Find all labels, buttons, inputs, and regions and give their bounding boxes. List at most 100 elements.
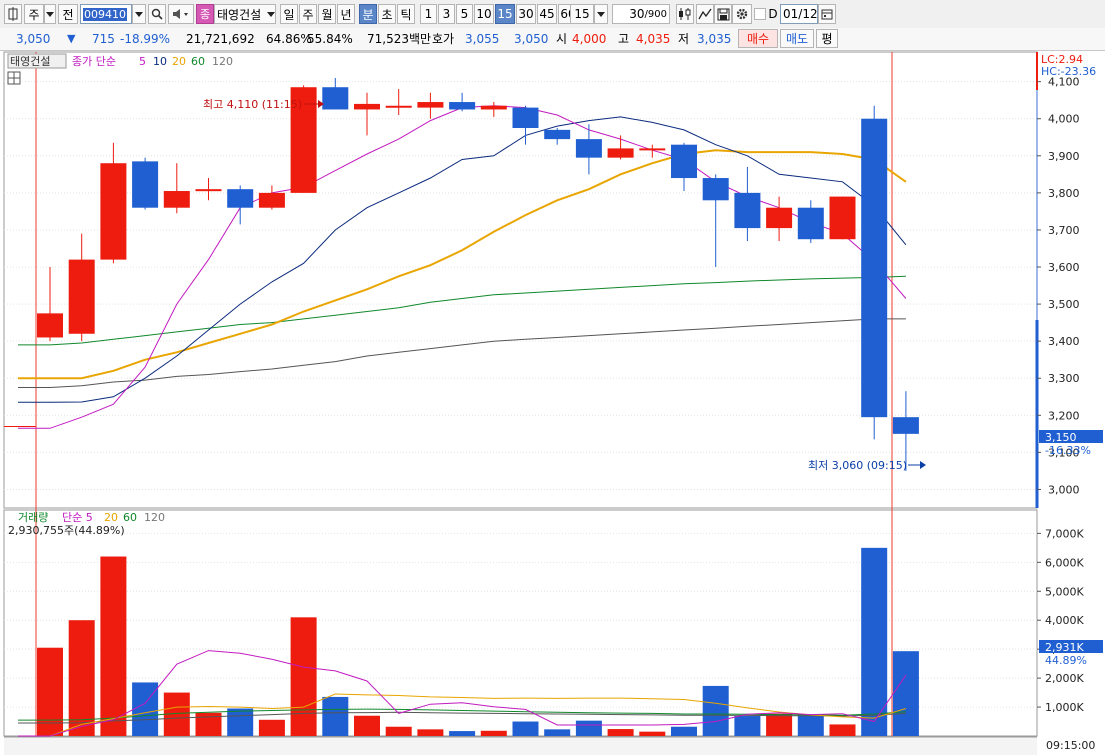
price-tick-label: 3,800	[1048, 187, 1080, 200]
candle	[861, 105, 888, 440]
minute-button[interactable]: 15	[495, 4, 515, 24]
price-tick-label: 3,300	[1048, 372, 1080, 385]
volume-legend-ma20: 20	[104, 511, 118, 524]
count-total: /900	[644, 8, 667, 20]
volume-tick-label: 5,000K	[1045, 585, 1084, 598]
chart-stock-name: 태영건설	[10, 55, 50, 68]
candle-body	[702, 178, 729, 201]
count-field[interactable]: 30/900	[612, 4, 670, 24]
candle-body	[892, 417, 919, 434]
candle-body	[734, 192, 761, 229]
candle-body	[766, 207, 793, 229]
buy-button[interactable]: 매수	[738, 29, 778, 48]
minute-select[interactable]: 15	[570, 4, 594, 24]
price-tick-label: 4,000	[1048, 113, 1080, 126]
price-tick-label: 3,500	[1048, 298, 1080, 311]
date-input[interactable]: 01/12	[780, 4, 818, 24]
candle-body	[132, 161, 159, 208]
chart-menu-icon[interactable]	[4, 4, 22, 24]
period-button[interactable]: 초	[378, 4, 396, 24]
chevron-down-icon[interactable]	[44, 4, 56, 24]
volume-bar	[575, 720, 602, 736]
chevron-down-icon[interactable]	[264, 4, 278, 24]
minute-button[interactable]: 3	[438, 4, 455, 24]
candle-body	[544, 129, 571, 140]
price-tick-label: 3,700	[1048, 224, 1080, 237]
legend-ma60: 60	[191, 55, 205, 68]
candle-body	[417, 102, 444, 108]
period-mode-button[interactable]: 전	[58, 4, 78, 24]
avg-button[interactable]: 평	[816, 29, 838, 48]
candle	[829, 196, 856, 240]
volume-bar	[68, 620, 95, 736]
ratio-2: 55.84%	[307, 32, 353, 46]
trade-amount: 71,523백만	[367, 32, 432, 46]
speaker-icon[interactable]	[168, 4, 194, 24]
legend-ma5: 5	[139, 55, 146, 68]
bid-price: 3,050	[514, 32, 549, 46]
chevron-down-icon[interactable]	[132, 4, 146, 24]
max-price-annotation: 최고 4,110 (11:15)	[203, 98, 302, 111]
code-input[interactable]: 009410	[80, 4, 132, 24]
d-checkbox[interactable]	[754, 8, 766, 20]
volume-bar	[227, 708, 254, 736]
minute-button[interactable]: 5	[456, 4, 473, 24]
candle-body	[480, 105, 507, 110]
candle-body	[322, 87, 349, 110]
volume-legend-label: 거래량	[18, 511, 48, 524]
candle-body	[671, 144, 697, 179]
draw-line-icon[interactable]	[696, 4, 714, 24]
open-price: 4,000	[572, 32, 607, 46]
price-tick-label: 3,400	[1048, 335, 1080, 348]
minute-button[interactable]: 30	[516, 4, 536, 24]
volume-bar	[100, 556, 127, 736]
low-price: 3,035	[697, 32, 732, 46]
ask-price: 3,055	[465, 32, 500, 46]
minute-button[interactable]: 1	[420, 4, 437, 24]
type-select[interactable]: 주	[24, 4, 44, 24]
candle-body	[449, 102, 476, 110]
chevron-down-icon[interactable]	[594, 4, 608, 24]
minute-button[interactable]: 45	[537, 4, 557, 24]
last-volume-value: 2,931K	[1045, 641, 1084, 654]
price-volume-chart[interactable]: 3,0003,1003,2003,3003,4003,5003,6003,700…	[0, 50, 1105, 756]
current-price: 3,050	[16, 32, 51, 46]
gear-icon[interactable]	[732, 4, 752, 24]
volume-bar	[132, 682, 159, 736]
volume: 21,721,692	[186, 32, 255, 46]
calendar-icon[interactable]	[818, 4, 836, 24]
period-button[interactable]: 틱	[397, 4, 415, 24]
period-button[interactable]: 년	[337, 4, 355, 24]
period-button[interactable]: 일	[280, 4, 298, 24]
minute-button[interactable]: 10	[474, 4, 494, 24]
volume-tick-label: 1,000K	[1045, 701, 1084, 714]
legend-ma10: 10	[153, 55, 167, 68]
candle-body	[861, 118, 888, 418]
search-icon[interactable]	[148, 4, 166, 24]
candle-body	[68, 259, 95, 334]
price-change-pct: -18.99%	[120, 32, 171, 46]
volume-bar	[354, 715, 380, 736]
save-icon[interactable]	[714, 4, 732, 24]
period-button[interactable]: 주	[299, 4, 317, 24]
last-price-pct: -16.33%	[1045, 444, 1091, 457]
volume-bar	[480, 730, 507, 736]
volume-bar	[417, 729, 444, 736]
period-button[interactable]: 분	[359, 4, 377, 24]
toolbar: 주 전 009410 종 태영건설 일 주 월 년 분 초 틱 1 3 5 10 15 30 45 60 1…	[0, 0, 1105, 29]
last-volume-pct: 44.89%	[1045, 654, 1087, 667]
volume-tick-label: 2,000K	[1045, 672, 1084, 685]
hc-indicator: HC:-23.36	[1041, 65, 1096, 78]
high-label: 고	[618, 32, 630, 46]
time-label: 09:15:00	[1046, 739, 1095, 752]
d-label: D	[768, 7, 778, 21]
volume-bar	[734, 716, 761, 736]
candle-body	[37, 313, 63, 338]
price-tick-label: 3,200	[1048, 409, 1080, 422]
candle-body	[195, 189, 222, 192]
sell-button[interactable]: 매도	[780, 29, 814, 48]
period-button[interactable]: 월	[318, 4, 336, 24]
ratio-1: 64.86%	[266, 32, 312, 46]
candle-chart-icon[interactable]	[676, 4, 694, 24]
candle-body	[100, 163, 127, 260]
